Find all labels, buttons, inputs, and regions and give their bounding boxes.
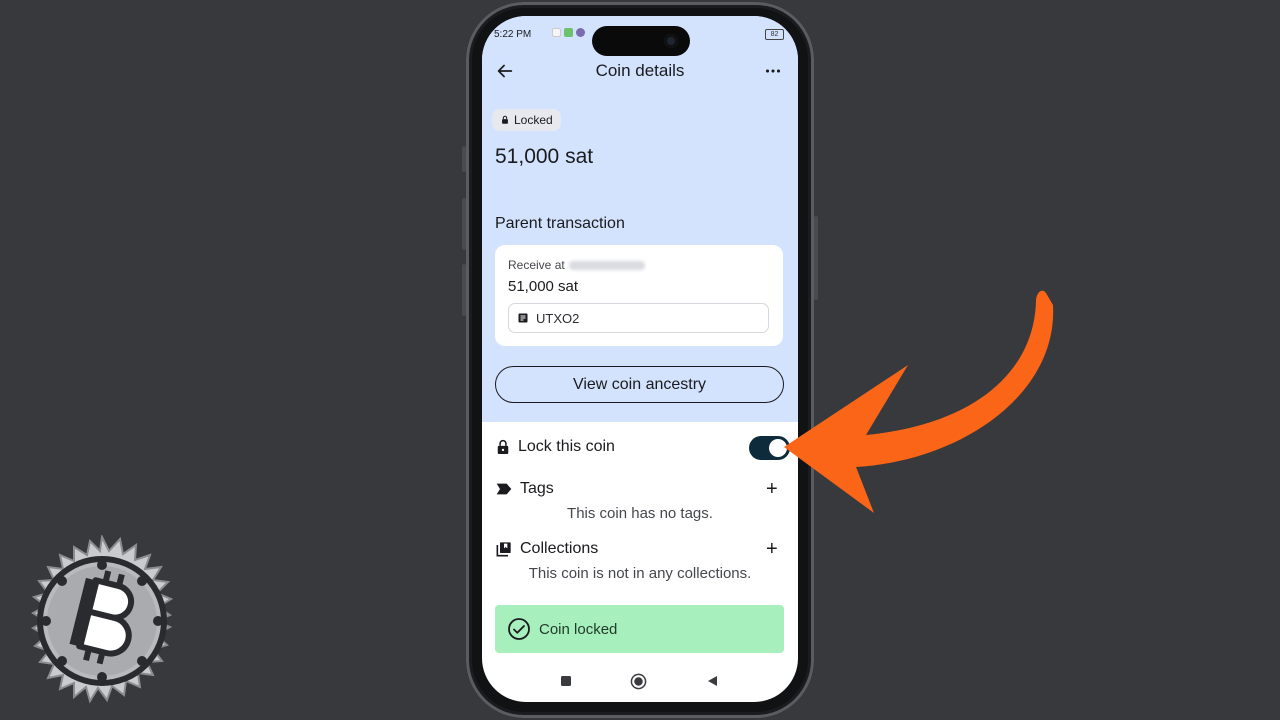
phone-volume-down — [462, 264, 466, 316]
receive-address-line: Receive at — [508, 258, 645, 272]
app-bar: Coin details — [482, 56, 798, 86]
parent-transaction-heading: Parent transaction — [495, 215, 625, 232]
battery-indicator: 82 — [765, 29, 784, 40]
add-collection-button[interactable]: + — [766, 539, 778, 559]
tag-icon — [496, 483, 512, 495]
collections-label: Collections — [520, 540, 599, 557]
tags-empty-text: This coin has no tags. — [567, 505, 713, 522]
home-icon[interactable] — [630, 673, 647, 690]
utxo-label-text: UTXO2 — [536, 310, 580, 326]
coin-amount: 51,000 sat — [495, 145, 594, 168]
locked-status-chip: Locked — [492, 109, 561, 131]
back-nav-icon[interactable] — [706, 675, 718, 687]
notification-icon — [564, 28, 573, 37]
locked-chip-label: Locked — [514, 113, 553, 127]
collections-row: Collections — [496, 540, 598, 558]
utxo-label-chip[interactable]: UTXO2 — [508, 303, 769, 333]
transaction-amount: 51,000 sat — [508, 278, 579, 295]
snackbar-text: Coin locked — [539, 620, 618, 638]
dynamic-island — [592, 26, 690, 56]
collections-empty-text: This coin is not in any collections. — [528, 565, 752, 582]
lock-coin-row: Lock this coin — [496, 438, 615, 456]
check-circle-icon — [508, 618, 530, 640]
document-icon — [518, 313, 528, 323]
system-nav-bar — [482, 672, 798, 696]
notification-icon — [552, 28, 561, 37]
status-notification-icons — [552, 28, 585, 37]
camera-icon — [664, 34, 678, 48]
view-coin-ancestry-button[interactable]: View coin ancestry — [495, 366, 784, 403]
phone-screen: 5:22 PM 82 Coin details Locked 51,000 sa… — [482, 16, 798, 702]
coin-locked-snackbar: Coin locked — [495, 605, 784, 653]
lock-icon — [502, 115, 508, 124]
phone-side-button — [462, 146, 466, 172]
collections-icon — [496, 542, 511, 557]
bitcoin-gear-logo — [30, 535, 174, 704]
receive-label: Receive at — [508, 258, 565, 272]
annotation-arrow — [784, 290, 1054, 513]
phone-volume-up — [462, 198, 466, 250]
tags-row: Tags — [496, 480, 554, 498]
blurred-address — [568, 261, 645, 271]
lock-coin-label: Lock this coin — [518, 438, 615, 455]
page-title: Coin details — [595, 61, 685, 80]
more-horizontal-icon[interactable] — [762, 60, 784, 82]
notification-icon — [576, 28, 585, 37]
tags-label: Tags — [520, 480, 554, 497]
status-time: 5:22 PM — [494, 29, 532, 40]
parent-transaction-card[interactable]: Receive at 51,000 sat UTXO2 — [495, 245, 783, 346]
lock-icon — [497, 439, 509, 454]
recents-icon[interactable] — [560, 675, 572, 687]
